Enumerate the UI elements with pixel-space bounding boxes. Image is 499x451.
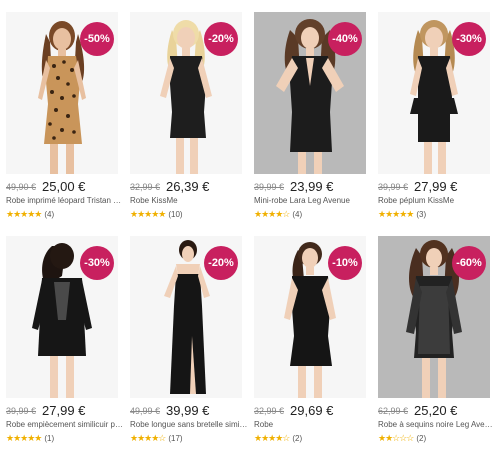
price-row: 39,99 € 27,99 € [6, 402, 85, 420]
price-row: 49,99 € 39,99 € [130, 402, 209, 420]
rating-row: ★★★★★ (10) [130, 209, 183, 220]
review-count[interactable]: (4) [44, 210, 54, 219]
product-image[interactable]: -60% [378, 236, 490, 398]
old-price: 39,99 € [254, 182, 285, 192]
current-price: 25,00 € [42, 179, 86, 194]
product-image[interactable]: -30% [378, 12, 490, 174]
old-price: 39,99 € [378, 182, 409, 192]
price-row: 49,90 € 25,00 € [6, 178, 85, 196]
review-count[interactable]: (4) [292, 210, 302, 219]
product-image[interactable]: -50% [6, 12, 118, 174]
current-price: 29,69 € [290, 403, 334, 418]
rating-row: ★★★★★ (1) [6, 433, 54, 444]
current-price: 25,20 € [414, 403, 458, 418]
current-price: 27,99 € [414, 179, 458, 194]
old-price: 32,99 € [130, 182, 161, 192]
discount-badge: -40% [328, 22, 362, 56]
review-count[interactable]: (3) [416, 210, 426, 219]
product-card[interactable]: -60% 62,99 € 25,20 € Robe à sequins noire… [378, 236, 496, 451]
product-title[interactable]: Robe imprimé léopard Tristan F… [6, 196, 124, 205]
rating-row: ★★★★★ (4) [6, 209, 54, 220]
discount-badge: -30% [452, 22, 486, 56]
product-grid: -50% 49,90 € 25,00 € Robe imprimé léopard… [0, 0, 499, 448]
current-price: 23,99 € [290, 179, 334, 194]
product-image[interactable]: -40% [254, 12, 366, 174]
product-image[interactable]: -10% [254, 236, 366, 398]
product-title[interactable]: Robe KissMe [130, 196, 248, 205]
rating-row: ★★☆☆☆ (2) [378, 433, 426, 444]
old-price: 49,99 € [130, 406, 161, 416]
product-card[interactable]: -20% 32,99 €26,39 € Robe KissMe ★★★★★ (10… [130, 12, 242, 227]
current-price: 39,99 € [166, 403, 210, 418]
product-title[interactable]: Mini-robe Lara Leg Avenue [254, 196, 372, 205]
product-card[interactable]: -50% 49,90 € 25,00 € Robe imprimé léopard… [6, 12, 124, 227]
star-rating: ★★★★☆ [254, 209, 290, 219]
product-title[interactable]: Robe empiècement similicuir pe… [6, 420, 124, 429]
old-price: 32,99 € [254, 406, 285, 416]
discount-badge: -10% [328, 246, 362, 280]
price-row: 32,99 € 26,39 € [130, 178, 209, 196]
review-count[interactable]: (2) [416, 434, 426, 443]
old-price: 62,99 € [378, 406, 409, 416]
rating-row: ★★★★☆ (17) [130, 433, 183, 444]
discount-badge: -60% [452, 246, 486, 280]
star-rating: ★★★★★ [6, 433, 42, 443]
product-card[interactable]: -10% 32,99 €29,69 € Robe ★★★★☆ (2) [254, 236, 366, 451]
product-card[interactable]: -30% 39,99 € 27,99 € Robe empiècement sim… [6, 236, 124, 451]
discount-badge: -30% [80, 246, 114, 280]
product-card[interactable]: -20% 49,99 € 39,99 € Robe longue sans bre… [130, 236, 248, 451]
price-row: 32,99 € 29,69 € [254, 402, 333, 420]
old-price: 39,99 € [6, 406, 37, 416]
product-image[interactable]: -30% [6, 236, 118, 398]
product-title[interactable]: Robe à sequins noire Leg Avenue [378, 420, 496, 429]
review-count[interactable]: (17) [168, 434, 182, 443]
price-row: 62,99 € 25,20 € [378, 402, 457, 420]
review-count[interactable]: (2) [292, 434, 302, 443]
discount-badge: -50% [80, 22, 114, 56]
product-card[interactable]: -30% 39,99 €27,99 € Robe péplum KissMe ★… [378, 12, 490, 227]
star-rating: ★★☆☆☆ [378, 433, 414, 443]
price-row: 39,99 € 23,99 € [254, 178, 333, 196]
rating-row: ★★★★☆ (2) [254, 433, 302, 444]
old-price: 49,90 € [6, 182, 37, 192]
rating-row: ★★★★★ (3) [378, 209, 426, 220]
product-title[interactable]: Robe longue sans bretelle simili… [130, 420, 248, 429]
star-rating: ★★★★☆ [130, 433, 166, 443]
star-rating: ★★★★★ [378, 209, 414, 219]
product-title[interactable]: Robe péplum KissMe [378, 196, 496, 205]
discount-badge: -20% [204, 246, 238, 280]
discount-badge: -20% [204, 22, 238, 56]
star-rating: ★★★★★ [6, 209, 42, 219]
review-count[interactable]: (1) [44, 434, 54, 443]
product-image[interactable]: -20% [130, 12, 242, 174]
current-price: 27,99 € [42, 403, 86, 418]
product-title[interactable]: Robe [254, 420, 372, 429]
price-row: 39,99 € 27,99 € [378, 178, 457, 196]
star-rating: ★★★★☆ [254, 433, 290, 443]
rating-row: ★★★★☆ (4) [254, 209, 302, 220]
review-count[interactable]: (10) [168, 210, 182, 219]
product-card[interactable]: -40% 39,99 €23,99 € Mini-robe Lara Leg A… [254, 12, 366, 227]
current-price: 26,39 € [166, 179, 210, 194]
star-rating: ★★★★★ [130, 209, 166, 219]
product-image[interactable]: -20% [130, 236, 242, 398]
